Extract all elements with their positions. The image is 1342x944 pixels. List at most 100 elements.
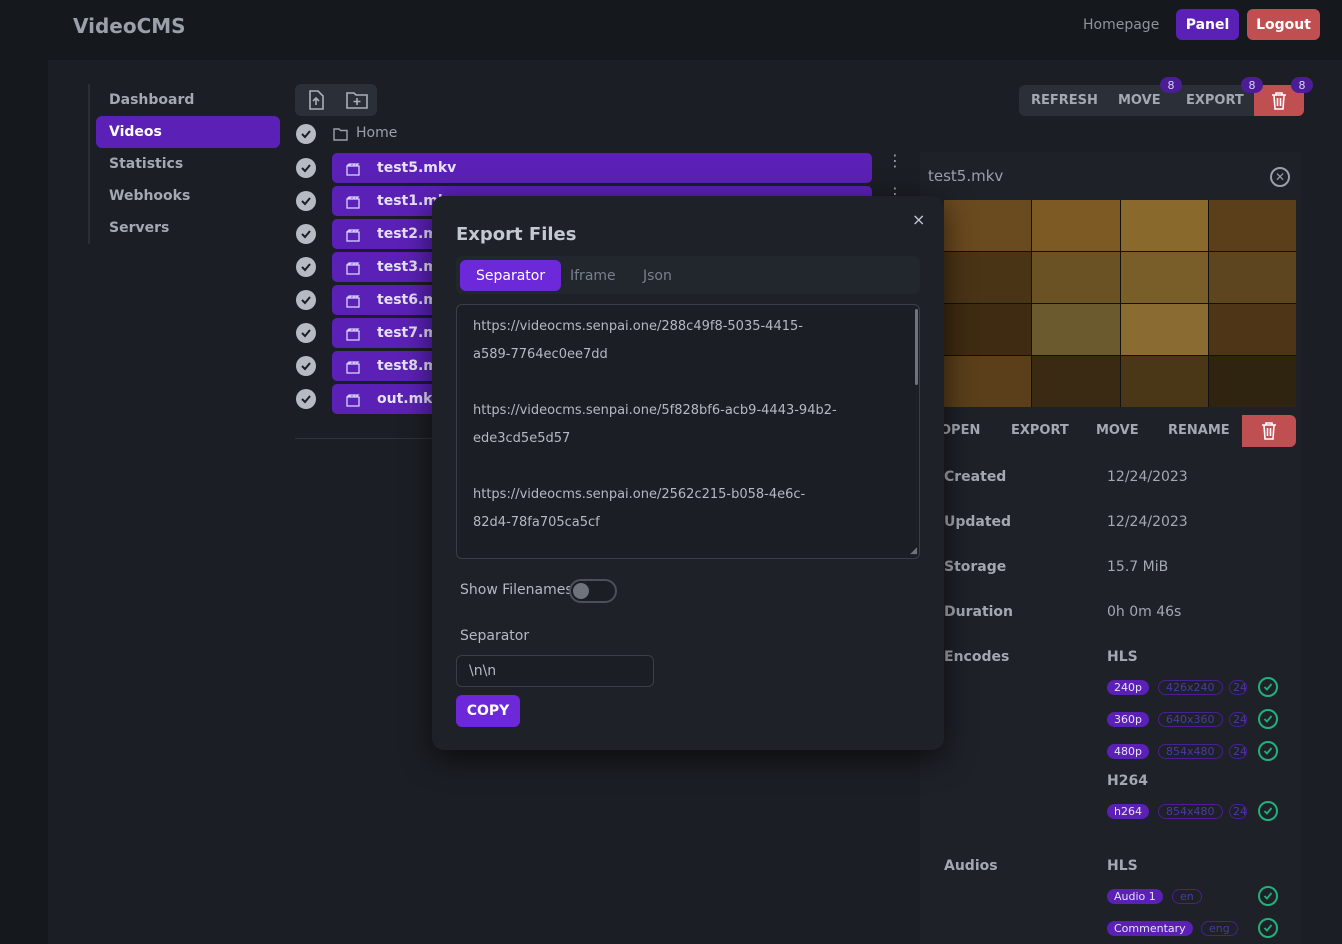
encodes-label: Encodes — [944, 649, 1010, 665]
sidebar-item-videos[interactable]: Videos — [96, 116, 280, 148]
divider — [295, 438, 435, 439]
move-button[interactable]: MOVE — [1118, 93, 1161, 108]
refresh-button[interactable]: REFRESH — [1031, 93, 1098, 108]
audio-name-tag: Audio 1 — [1107, 889, 1163, 904]
export-url: https://videocms.senpai.one/288c49f8-503… — [473, 319, 803, 362]
file-checkbox[interactable] — [296, 224, 316, 244]
film-icon — [346, 260, 360, 279]
file-checkbox[interactable] — [296, 323, 316, 343]
sidebar-item-statistics[interactable]: Statistics — [96, 148, 280, 180]
select-all-checkbox[interactable] — [296, 124, 316, 144]
fps-tag: 24 — [1229, 744, 1247, 759]
fps-tag: 24 — [1229, 680, 1247, 695]
modal-title: Export Files — [456, 224, 577, 245]
audios-label: Audios — [944, 858, 998, 874]
trash-icon — [1262, 422, 1276, 440]
file-checkbox[interactable] — [296, 389, 316, 409]
detail-move-button[interactable]: MOVE — [1096, 423, 1139, 438]
folder-icon — [333, 126, 348, 145]
export-tabs: Separator Iframe Json — [456, 256, 920, 294]
fps-tag: 24 — [1229, 712, 1247, 727]
film-icon — [346, 194, 360, 213]
h264-label: H264 — [1107, 773, 1148, 789]
film-icon — [346, 359, 360, 378]
quality-tag: 480p — [1107, 744, 1149, 759]
close-detail-icon[interactable]: ✕ — [1270, 167, 1290, 187]
audio-lang-tag: eng — [1201, 921, 1238, 936]
created-label: Created — [944, 469, 1007, 485]
check-circle-icon — [1258, 741, 1278, 761]
check-circle-icon — [1258, 801, 1278, 821]
tab-json[interactable]: Json — [627, 260, 688, 291]
film-icon — [346, 392, 360, 411]
hls-label: HLS — [1107, 649, 1138, 665]
tab-iframe[interactable]: Iframe — [554, 260, 632, 291]
sidebar-item-webhooks[interactable]: Webhooks — [96, 180, 280, 212]
file-checkbox[interactable] — [296, 356, 316, 376]
resolution-tag: 854x480 — [1158, 744, 1223, 759]
file-row[interactable]: test5.mkv ⋮ — [296, 153, 916, 183]
detail-title: test5.mkv — [928, 167, 1004, 185]
resolution-tag: 640x360 — [1158, 712, 1223, 727]
detail-delete-button[interactable] — [1242, 415, 1296, 447]
sidebar: Dashboard Videos Statistics Webhooks Ser… — [88, 84, 288, 244]
tab-separator[interactable]: Separator — [460, 260, 562, 291]
film-icon — [346, 227, 360, 246]
file-checkbox[interactable] — [296, 257, 316, 277]
check-circle-icon — [1258, 677, 1278, 697]
export-count-badge: 8 — [1241, 77, 1263, 93]
check-circle-icon — [1258, 886, 1278, 906]
sidebar-item-servers[interactable]: Servers — [96, 212, 280, 244]
rename-button[interactable]: RENAME — [1168, 423, 1230, 438]
breadcrumb-home[interactable]: Home — [356, 125, 397, 141]
export-textarea[interactable]: https://videocms.senpai.one/288c49f8-503… — [456, 304, 920, 559]
export-url: https://videocms.senpai.one/2562c215-b05… — [473, 487, 806, 530]
audio-lang-tag: en — [1172, 889, 1202, 904]
export-files-modal: × Export Files Separator Iframe Json htt… — [432, 196, 944, 750]
detail-actions: OPEN EXPORT MOVE RENAME — [920, 415, 1296, 447]
close-modal-icon[interactable]: × — [912, 210, 925, 229]
bulk-action-bar: REFRESH MOVE EXPORT 8 8 8 — [1019, 77, 1313, 116]
file-checkbox[interactable] — [296, 191, 316, 211]
upload-file-icon[interactable] — [295, 84, 336, 116]
panel-button[interactable]: Panel — [1176, 9, 1239, 40]
logout-button[interactable]: Logout — [1247, 9, 1320, 40]
separator-input[interactable]: \n\n — [456, 655, 654, 687]
show-filenames-toggle[interactable] — [569, 579, 617, 603]
quality-tag: h264 — [1107, 804, 1149, 819]
brand-logo[interactable]: VideoCMS — [73, 14, 186, 38]
resolution-tag: 854x480 — [1158, 804, 1223, 819]
quality-tag: 360p — [1107, 712, 1149, 727]
more-options-icon[interactable]: ⋮ — [887, 153, 903, 169]
created-value: 12/24/2023 — [1107, 469, 1188, 485]
separator-label: Separator — [460, 628, 530, 644]
resize-handle-icon[interactable]: ◢ — [910, 546, 917, 556]
toggle-knob — [573, 583, 589, 599]
nav-homepage-link[interactable]: Homepage — [1083, 17, 1159, 33]
check-circle-icon — [1258, 709, 1278, 729]
video-thumbnail[interactable] — [944, 200, 1296, 407]
sidebar-item-dashboard[interactable]: Dashboard — [96, 84, 280, 116]
textarea-scrollbar[interactable] — [915, 309, 918, 385]
resolution-tag: 426x240 — [1158, 680, 1223, 695]
file-checkbox[interactable] — [296, 290, 316, 310]
audio-hls-label: HLS — [1107, 858, 1138, 874]
open-button[interactable]: OPEN — [940, 423, 980, 438]
breadcrumb: Home — [296, 123, 596, 145]
duration-label: Duration — [944, 604, 1014, 620]
delete-count-badge: 8 — [1291, 77, 1313, 93]
copy-button[interactable]: COPY — [456, 695, 520, 727]
trash-icon — [1272, 91, 1286, 110]
new-folder-icon[interactable] — [336, 84, 377, 116]
detail-export-button[interactable]: EXPORT — [1011, 423, 1069, 438]
fps-tag: 24 — [1229, 804, 1247, 819]
upload-toolbar — [295, 84, 377, 116]
file-name: test5.mkv — [377, 160, 457, 176]
quality-tag: 240p — [1107, 680, 1149, 695]
storage-value: 15.7 MiB — [1107, 559, 1169, 575]
export-button[interactable]: EXPORT — [1186, 93, 1244, 108]
check-circle-icon — [1258, 918, 1278, 938]
audio-name-tag: Commentary — [1107, 921, 1193, 936]
film-icon — [346, 326, 360, 345]
file-checkbox[interactable] — [296, 158, 316, 178]
